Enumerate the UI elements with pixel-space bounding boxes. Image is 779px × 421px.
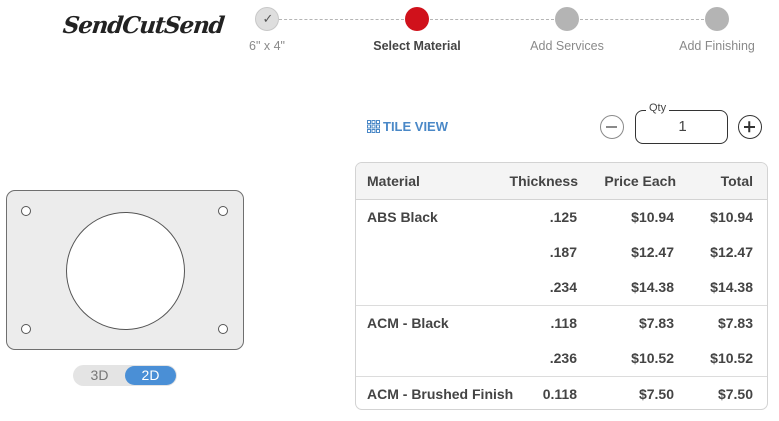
price-each-cell: $14.38 [631,279,674,295]
total-cell: $10.52 [710,350,753,366]
step-dimensions-dot[interactable]: ✓ [255,7,279,31]
qty-label: Qty [646,102,670,114]
thickness-cell: .118 [550,315,577,331]
header-price-each[interactable]: Price Each [604,173,676,189]
table-header: Material Thickness Price Each Total [356,163,767,200]
material-group-abs-black: ABS Black .125 $10.94 $10.94 .187 $12.47… [356,200,767,306]
table-row[interactable]: ACM - Black .118 $7.83 $7.83 [356,306,767,341]
table-row[interactable]: ACM - Brushed Finish 0.118 $7.50 $7.50 [356,377,767,409]
qty-decrement-button[interactable] [600,115,624,139]
materials-table[interactable]: Material Thickness Price Each Total ABS … [355,162,768,410]
step-connector [430,19,554,20]
total-cell: $14.38 [710,279,753,295]
qty-field[interactable]: Qty [635,102,729,144]
table-row[interactable]: .236 $10.52 $10.52 [356,341,767,376]
tile-view-button[interactable]: TILE VIEW [367,119,448,134]
mounting-hole [218,324,228,334]
thickness-cell: .187 [549,244,577,260]
step-finishing-dot[interactable] [705,7,729,31]
price-each-cell: $12.47 [631,244,674,260]
step-connector [279,19,404,20]
part-preview[interactable] [6,190,244,350]
view-2d-option[interactable]: 2D [125,366,176,385]
thickness-cell: 0.118 [542,386,577,402]
step-material-label[interactable]: Select Material [373,39,461,53]
step-connector [580,19,704,20]
qty-input[interactable] [636,118,729,135]
thickness-cell: .236 [549,350,577,366]
material-name: ACM - Brushed Finish [367,386,514,402]
material-name: ABS Black [367,209,438,225]
mounting-hole [218,206,228,216]
material-name: ACM - Black [367,315,449,331]
table-row[interactable]: .187 $12.47 $12.47 [356,235,767,270]
total-cell: $7.83 [717,315,753,331]
header-total[interactable]: Total [721,173,753,189]
step-services-dot[interactable] [555,7,579,31]
price-each-cell: $7.83 [638,315,674,331]
material-group-acm-black: ACM - Black .118 $7.83 $7.83 .236 $10.52… [356,306,767,377]
qty-increment-button[interactable] [738,115,762,139]
tile-view-label: TILE VIEW [383,119,448,134]
grid-icon [367,120,380,133]
view-mode-toggle[interactable]: 3D 2D [73,365,177,386]
header-thickness[interactable]: Thickness [510,173,578,189]
mounting-hole [21,206,31,216]
header-material[interactable]: Material [367,173,420,189]
total-cell: $7.50 [717,386,753,402]
table-row[interactable]: ABS Black .125 $10.94 $10.94 [356,200,767,235]
thickness-cell: .125 [549,209,577,225]
view-3d-option[interactable]: 3D [74,366,125,385]
price-each-cell: $10.94 [631,209,674,225]
check-icon: ✓ [262,12,274,27]
thickness-cell: .234 [549,279,577,295]
price-each-cell: $10.52 [631,350,674,366]
step-material-dot[interactable] [405,7,429,31]
material-group-acm-brushed: ACM - Brushed Finish 0.118 $7.50 $7.50 [356,377,767,409]
center-cutout [66,212,185,330]
step-dimensions-label[interactable]: 6" x 4" [249,39,285,53]
progress-stepper: ✓ 6" x 4" Select Material Add Services A… [0,0,779,60]
total-cell: $12.47 [710,244,753,260]
price-each-cell: $7.50 [638,386,674,402]
step-services-label[interactable]: Add Services [530,39,604,53]
step-finishing-label[interactable]: Add Finishing [679,39,755,53]
total-cell: $10.94 [710,209,753,225]
mounting-hole [21,324,31,334]
table-row[interactable]: .234 $14.38 $14.38 [356,270,767,305]
